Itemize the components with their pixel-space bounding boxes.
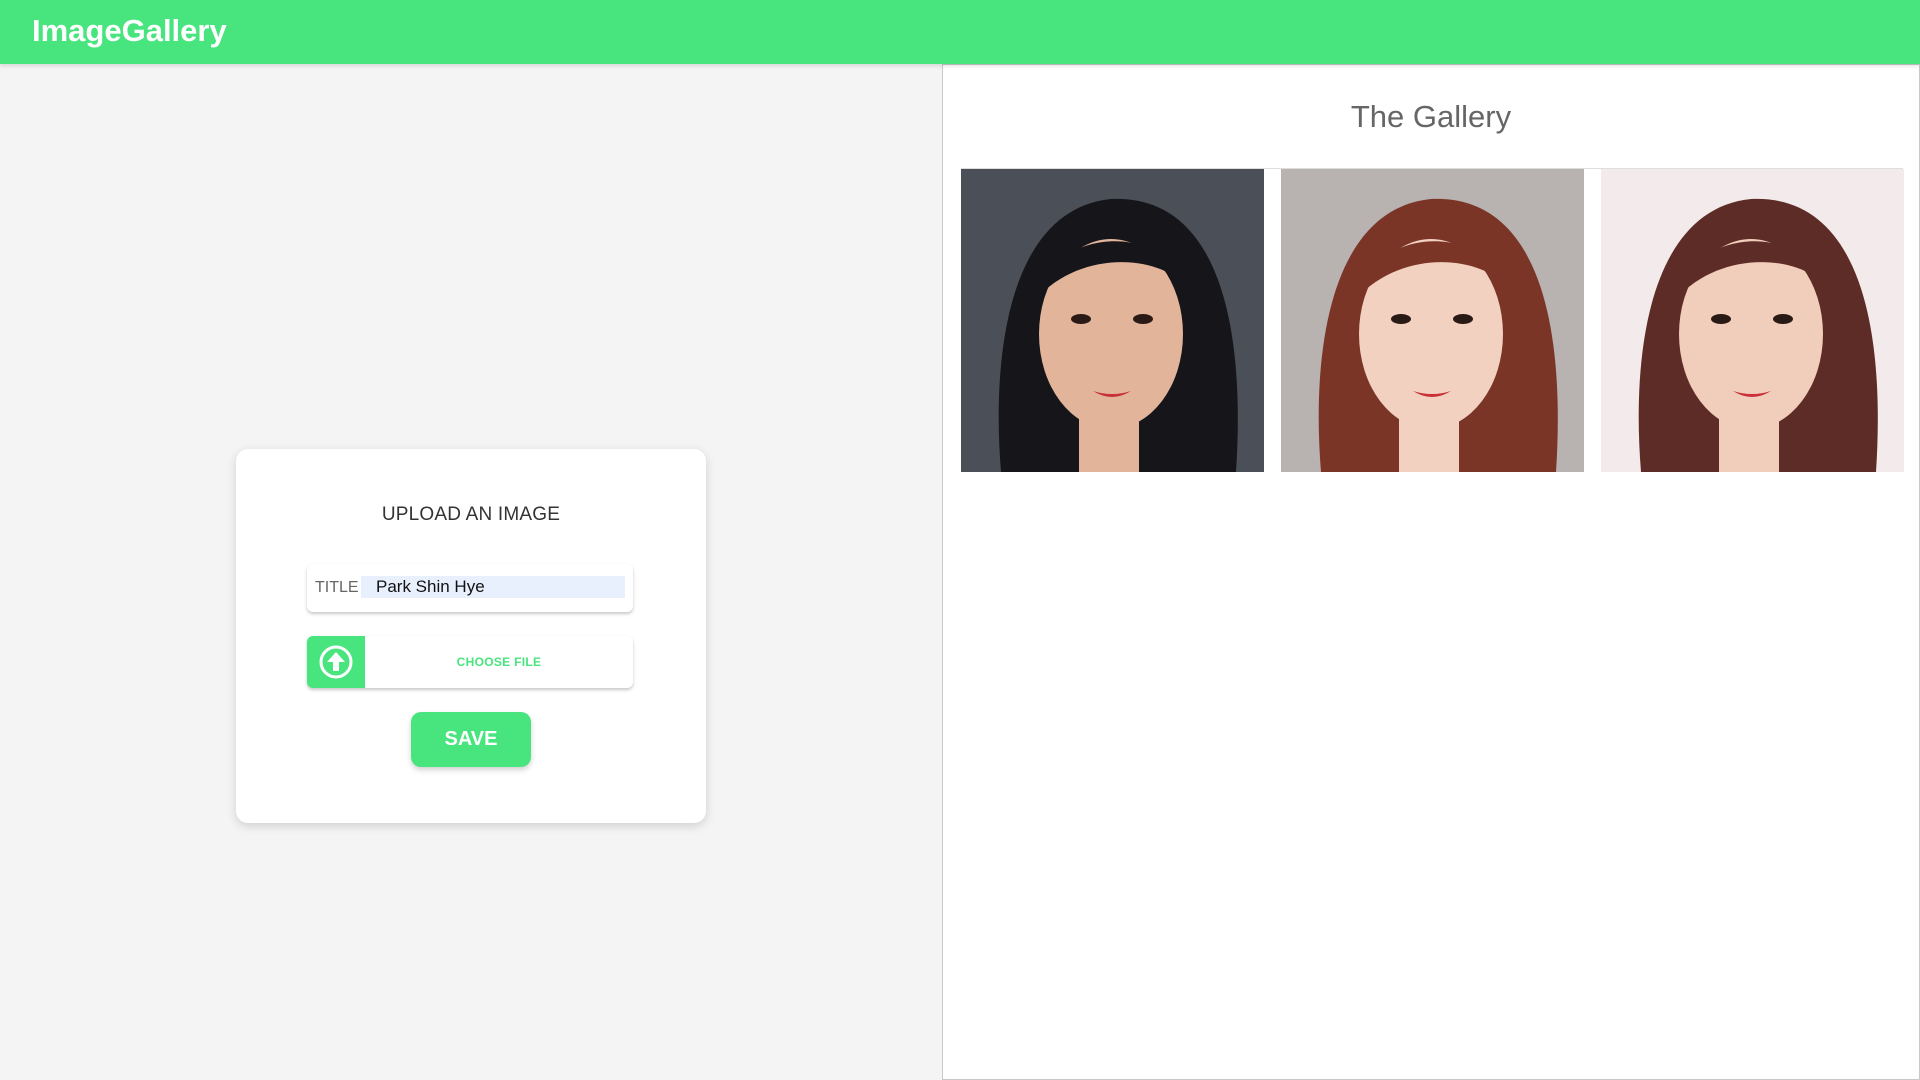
gallery-image[interactable]: [1281, 169, 1584, 472]
gallery-grid: [961, 169, 1904, 472]
title-field: TITLE: [307, 564, 633, 612]
upload-arrow-circle-icon: [319, 645, 353, 679]
gallery-pane: The Gallery: [942, 64, 1920, 1080]
title-label: TITLE: [315, 579, 359, 596]
save-button[interactable]: SAVE: [411, 712, 531, 767]
brand-logo[interactable]: ImageGallery: [32, 13, 227, 49]
upload-heading: UPLOAD AN IMAGE: [381, 504, 561, 525]
top-app-bar: ImageGallery: [0, 0, 1920, 64]
upload-pane: UPLOAD AN IMAGE TITLE CHOOSE FILE SAVE: [0, 64, 942, 1080]
gallery-image[interactable]: [1601, 169, 1904, 472]
portrait-photo: [961, 169, 1264, 472]
upload-icon-box: [307, 636, 365, 688]
portrait-photo: [1601, 169, 1904, 472]
gallery-image[interactable]: [961, 169, 1264, 472]
choose-file-button[interactable]: CHOOSE FILE: [307, 636, 633, 688]
choose-file-label: CHOOSE FILE: [456, 655, 542, 669]
upload-card: UPLOAD AN IMAGE TITLE CHOOSE FILE SAVE: [236, 449, 706, 823]
portrait-photo: [1281, 169, 1584, 472]
title-input[interactable]: [361, 576, 625, 598]
gallery-heading: The Gallery: [1350, 99, 1512, 134]
